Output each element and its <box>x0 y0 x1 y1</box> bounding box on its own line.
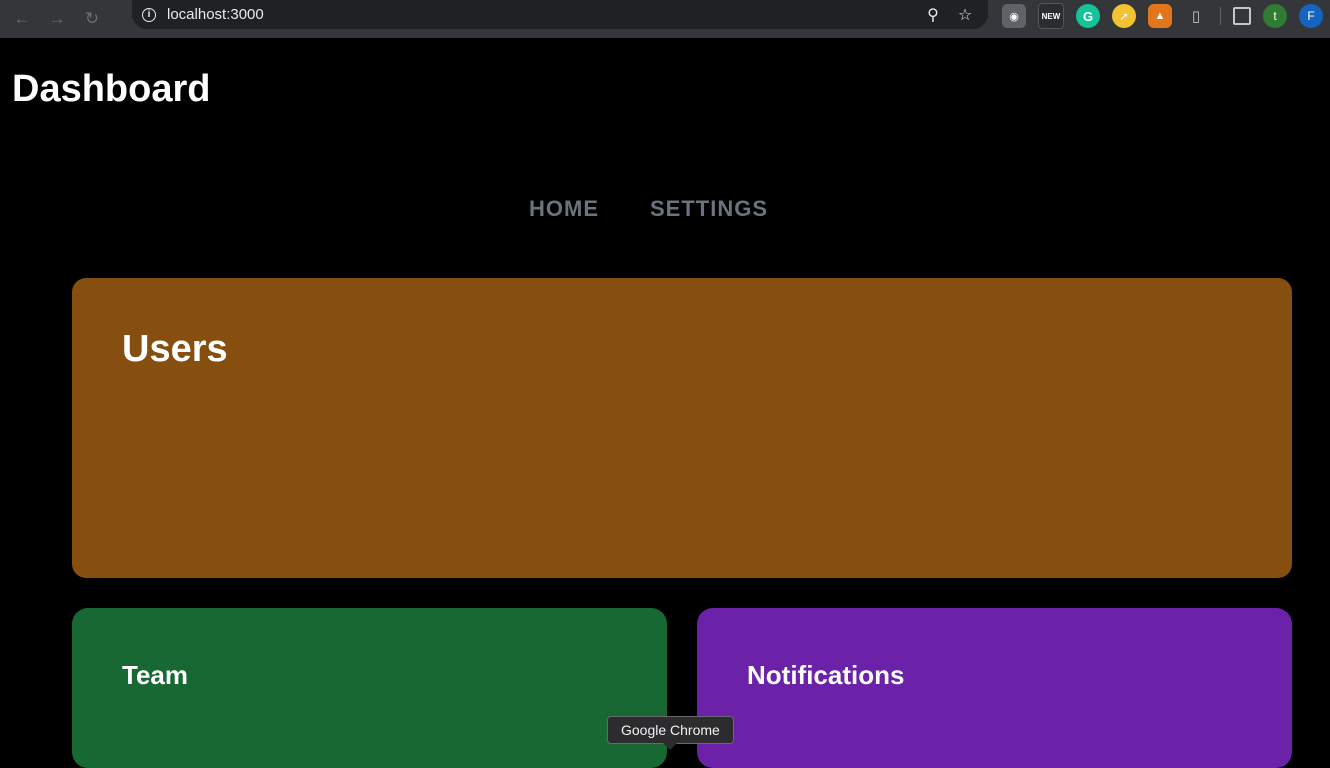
users-card: Users <box>72 278 1292 578</box>
zoom-icon[interactable]: ⚲ <box>922 4 944 26</box>
users-card-title: Users <box>122 328 228 370</box>
extensions-area: ◉ NEW G ➚ ▲ ▯ t F <box>1002 3 1323 29</box>
nav-settings-link[interactable]: SETTINGS <box>650 196 768 222</box>
forward-arrow-icon[interactable]: → <box>44 6 70 32</box>
notifications-card: Notifications <box>697 608 1292 768</box>
browser-toolbar: ← → ↻ i localhost:3000 ⚲ ☆ ◉ NEW G ➚ ▲ ▯… <box>0 0 1330 38</box>
main-nav: HOME SETTINGS <box>529 196 819 222</box>
toolbar-divider <box>1220 7 1221 25</box>
new-extension-icon[interactable]: NEW <box>1038 3 1064 29</box>
bookmark-star-icon[interactable]: ☆ <box>954 4 976 26</box>
side-panel-icon[interactable] <box>1233 7 1251 25</box>
camera-extension-icon[interactable]: ◉ <box>1002 4 1026 28</box>
tooltip-arrow <box>662 742 678 750</box>
back-arrow-icon[interactable]: ← <box>9 6 35 32</box>
compass-extension-icon[interactable]: ➚ <box>1112 4 1136 28</box>
dashboard-page: Dashboard HOME SETTINGS Users Team Notif… <box>12 38 1330 768</box>
notifications-card-title: Notifications <box>747 660 905 690</box>
nav-home-link[interactable]: HOME <box>529 196 599 222</box>
team-card: Team <box>72 608 667 768</box>
team-card-title: Team <box>122 660 188 690</box>
url-text[interactable]: localhost:3000 <box>167 6 264 23</box>
address-bar[interactable]: i localhost:3000 ⚲ ☆ <box>132 0 988 29</box>
profile-avatar-f[interactable]: F <box>1299 4 1323 28</box>
extensions-puzzle-icon[interactable]: ▯ <box>1184 4 1208 28</box>
fox-extension-icon[interactable]: ▲ <box>1148 4 1172 28</box>
reload-icon[interactable]: ↻ <box>79 6 105 32</box>
profile-avatar-t[interactable]: t <box>1263 4 1287 28</box>
chrome-tooltip: Google Chrome <box>607 716 734 744</box>
grammarly-extension-icon[interactable]: G <box>1076 4 1100 28</box>
page-title: Dashboard <box>12 68 211 110</box>
site-info-icon[interactable]: i <box>142 7 156 22</box>
